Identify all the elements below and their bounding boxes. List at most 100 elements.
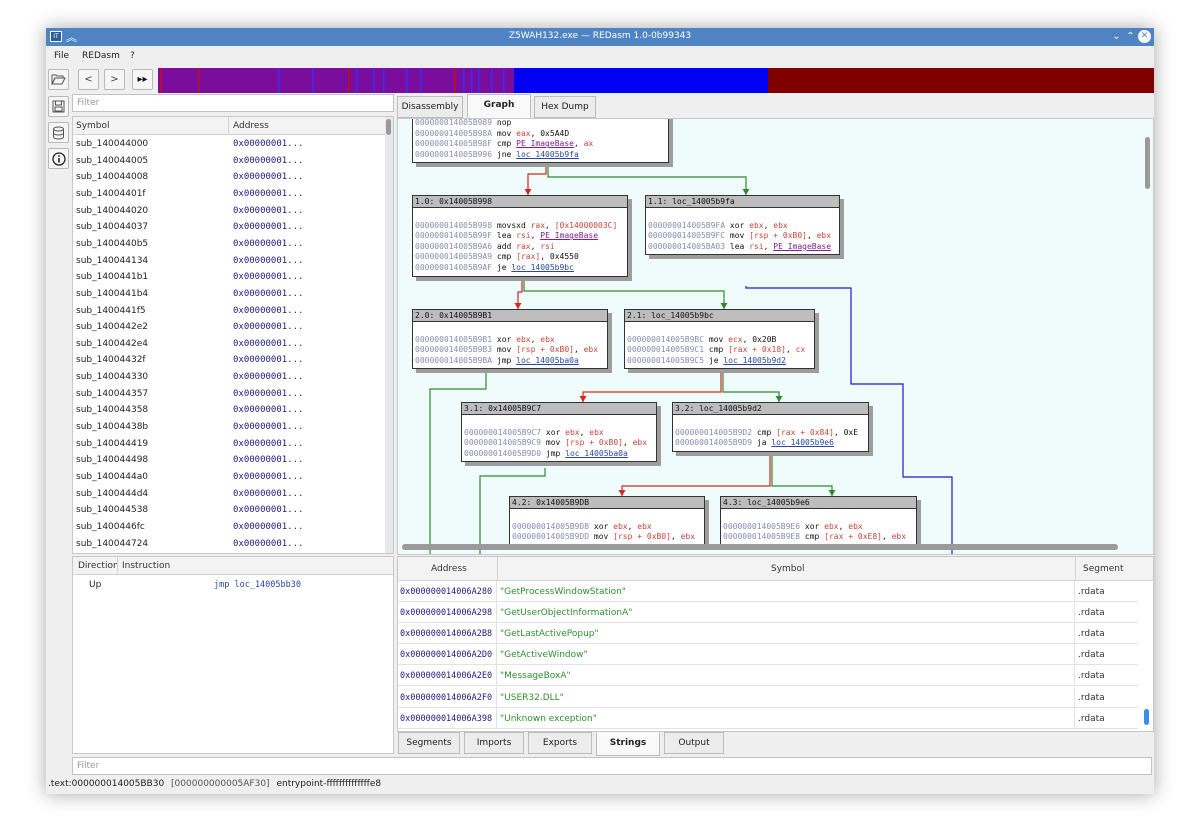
symbol-row[interactable]: sub_140044419 0x00000001...	[73, 436, 383, 453]
instruction-line[interactable]: 000000014005BA03 lea rsi, PE_ImageBase	[648, 242, 837, 253]
column-header-address[interactable]: Address	[431, 564, 467, 574]
instruction-reference[interactable]: PE_ImageBase	[773, 242, 831, 251]
instruction-line[interactable]: 000000014005B98A mov eax, 0x5A4D	[415, 129, 666, 140]
symbol-row[interactable]: sub_140044134 0x00000001...	[73, 253, 383, 270]
maximize-icon[interactable]: ⌃	[1124, 30, 1137, 43]
tab-graph[interactable]: Graph	[467, 94, 531, 118]
instruction-line[interactable]: 000000014005B9C1 cmp [rax + 0x18], cx	[627, 345, 812, 356]
graph-node[interactable]: 3.2: loc_14005b9d2 000000014005B9D2 cmp …	[672, 402, 869, 452]
instruction-reference[interactable]: PE_ImageBase	[516, 139, 574, 148]
instruction-line[interactable]: 000000014005B9A9 cmp [rax], 0x4550	[415, 252, 625, 263]
graph-vscroll-thumb[interactable]	[1145, 137, 1150, 189]
reference-row[interactable]: Up jmp loc_14005bb30	[73, 579, 393, 593]
instruction-line[interactable]: 000000014005B98F cmp PE_ImageBase, ax	[415, 139, 666, 150]
instruction-reference[interactable]: loc_14005b9fa	[516, 150, 579, 159]
instruction-line[interactable]: 000000014005B9C7 xor ebx, ebx	[464, 428, 654, 439]
forward-button[interactable]: >	[104, 69, 125, 90]
strings-scrollbar[interactable]	[1143, 581, 1151, 731]
symbol-row[interactable]: sub_140044358 0x00000001...	[73, 402, 383, 419]
graph-node[interactable]: 2.1: loc_14005b9bc 000000014005B9BC mov …	[624, 309, 815, 370]
string-row[interactable]: 0x000000014006A398 "Unknown exception" .rd…	[398, 707, 1138, 729]
graph-node[interactable]: 1.0: 0x14005B998 000000014005B998 movsxd…	[412, 195, 628, 277]
instruction-reference[interactable]: loc_14005ba0a	[565, 449, 628, 458]
instruction-line[interactable]	[675, 417, 866, 428]
symbol-row[interactable]: sub_140044724 0x00000001...	[73, 536, 383, 553]
symbol-row[interactable]: sub_140044538 0x00000001...	[73, 502, 383, 519]
instruction-line[interactable]: 000000014005B9DB xor ebx, ebx	[512, 522, 702, 533]
instruction-line[interactable]: 000000014005B9BC mov ecx, 0x20B	[627, 335, 812, 346]
tab-exports[interactable]: Exports	[528, 732, 592, 754]
instruction-line[interactable]	[627, 324, 812, 335]
instruction-line[interactable]: 000000014005B9BA jmp loc_14005ba0a	[415, 356, 605, 367]
symbol-row[interactable]: sub_140044000 0x00000001...	[73, 136, 383, 153]
string-row[interactable]: 0x000000014006A298 "GetUserObjectInformat…	[398, 602, 1138, 624]
symbol-row[interactable]: sub_1400444d4 0x00000001...	[73, 486, 383, 503]
instruction-line[interactable]: 000000014005B9FC mov [rsp + 0xB0], ebx	[648, 231, 837, 242]
symbol-row[interactable]: sub_1400441f5 0x00000001...	[73, 303, 383, 320]
string-row[interactable]: 0x000000014006A2F0 "USER32.DLL" .rdata	[398, 686, 1138, 708]
instruction-line[interactable]	[723, 511, 914, 522]
menu-help[interactable]: ?	[130, 51, 135, 61]
column-header-segment[interactable]: Segment	[1083, 564, 1124, 574]
graph-node[interactable]: 1.1: loc_14005b9fa 000000014005B9FA xor …	[645, 195, 840, 256]
instruction-line[interactable]: 000000014005B9E6 xor ebx, ebx	[723, 522, 914, 533]
menu-redasm[interactable]: REDasm	[82, 51, 120, 61]
instruction-line[interactable]: 000000014005B9D0 jmp loc_14005ba0a	[464, 449, 654, 460]
instruction-line[interactable]	[415, 324, 605, 335]
tab-strings[interactable]: Strings	[596, 732, 660, 756]
graph-node[interactable]: 3.1: 0x14005B9C7 000000014005B9C7 xor eb…	[461, 402, 657, 463]
symbol-row[interactable]: sub_140044330 0x00000001...	[73, 369, 383, 386]
symbol-row[interactable]: sub_140044020 0x00000001...	[73, 203, 383, 220]
instruction-line[interactable]: 000000014005B9A6 add rax, rsi	[415, 242, 625, 253]
instruction-reference[interactable]: PE_ImageBase	[540, 231, 598, 240]
instruction-reference[interactable]: loc_14005ba0a	[516, 356, 579, 365]
instruction-line[interactable]: 000000014005B989 nop	[415, 119, 666, 129]
symbol-row[interactable]: sub_1400441b4 0x00000001...	[73, 286, 383, 303]
column-header-address[interactable]: Address	[233, 121, 269, 131]
string-row[interactable]: 0x000000014006A280 "GetProcessWindowStati…	[398, 581, 1138, 602]
symbols-scrollbar[interactable]	[385, 117, 393, 553]
graph-node[interactable]: 4.3: loc_14005b9e6 000000014005B9E6 xor …	[720, 496, 917, 546]
info-button[interactable]	[48, 148, 69, 169]
instruction-line[interactable]: 000000014005B9D9 ja loc_14005b9e6	[675, 438, 866, 449]
close-icon[interactable]: ✕	[1138, 30, 1151, 43]
graph-node[interactable]: 000000014005B989 nop 000000014005B98A mov…	[412, 119, 669, 164]
symbol-row[interactable]: sub_140044008 0x00000001...	[73, 169, 383, 186]
instruction-line[interactable]: 000000014005B9AF je loc_14005b9bc	[415, 263, 625, 274]
strings-scroll-thumb[interactable]	[1144, 709, 1149, 725]
save-button[interactable]	[48, 96, 69, 117]
goto-entry-button[interactable]: ▸▸	[132, 69, 153, 90]
symbol-row[interactable]: sub_14004438b 0x00000001...	[73, 419, 383, 436]
symbol-row[interactable]: sub_1400442e4 0x00000001...	[73, 336, 383, 353]
tab-disassembly[interactable]: Disassembly	[397, 96, 463, 118]
graph-vscrollbar[interactable]	[1144, 119, 1152, 541]
symbol-row[interactable]: sub_1400442e2 0x00000001...	[73, 319, 383, 336]
menu-file[interactable]: File	[54, 51, 69, 61]
symbol-row[interactable]: sub_14004401f 0x00000001...	[73, 186, 383, 203]
graph-node[interactable]: 4.2: 0x14005B9DB 000000014005B9DB xor eb…	[509, 496, 705, 546]
instruction-line[interactable]: 000000014005B99F lea rsi, PE_ImageBase	[415, 231, 625, 242]
graph-node[interactable]: 2.0: 0x14005B9B1 000000014005B9B1 xor eb…	[412, 309, 608, 370]
symbol-row[interactable]: sub_1400440b5 0x00000001...	[73, 236, 383, 253]
instruction-line[interactable]: 000000014005B9C9 mov [rsp + 0xB0], ebx	[464, 438, 654, 449]
minimize-icon[interactable]: ⌄	[1110, 30, 1123, 43]
instruction-line[interactable]: 000000014005B9D2 cmp [rax + 0x84], 0xE	[675, 428, 866, 439]
instruction-line[interactable]: 000000014005B9C5 je loc_14005b9d2	[627, 356, 812, 367]
instruction-line[interactable]: 000000014005B998 movsxd rax, [0x14000003…	[415, 221, 625, 232]
instruction-line[interactable]	[464, 417, 654, 428]
symbol-row[interactable]: sub_1400444a0 0x00000001...	[73, 469, 383, 486]
instruction-line[interactable]: 000000014005B9B1 xor ebx, ebx	[415, 335, 605, 346]
tab-output[interactable]: Output	[664, 732, 724, 754]
symbol-filter-input[interactable]: Filter	[72, 94, 394, 112]
column-header-instruction[interactable]: Instruction	[122, 561, 170, 571]
symbol-row[interactable]: sub_1400441b1 0x00000001...	[73, 269, 383, 286]
instruction-line[interactable]	[512, 511, 702, 522]
symbol-row[interactable]: sub_14004432f 0x00000001...	[73, 352, 383, 369]
instruction-reference[interactable]: loc_14005b9d2	[723, 356, 786, 365]
instruction-reference[interactable]: loc_14005b9e6	[771, 438, 834, 447]
instruction-line[interactable]: 000000014005B9DD mov [rsp + 0xB0], ebx	[512, 532, 702, 543]
navigation-bar[interactable]	[158, 68, 1154, 93]
instruction-line[interactable]	[648, 210, 837, 221]
title-bar[interactable]: IT ︽ Z5WAH132.exe — REDasm 1.0-0b99343 ⌄…	[46, 28, 1154, 46]
back-button[interactable]: <	[78, 69, 99, 90]
